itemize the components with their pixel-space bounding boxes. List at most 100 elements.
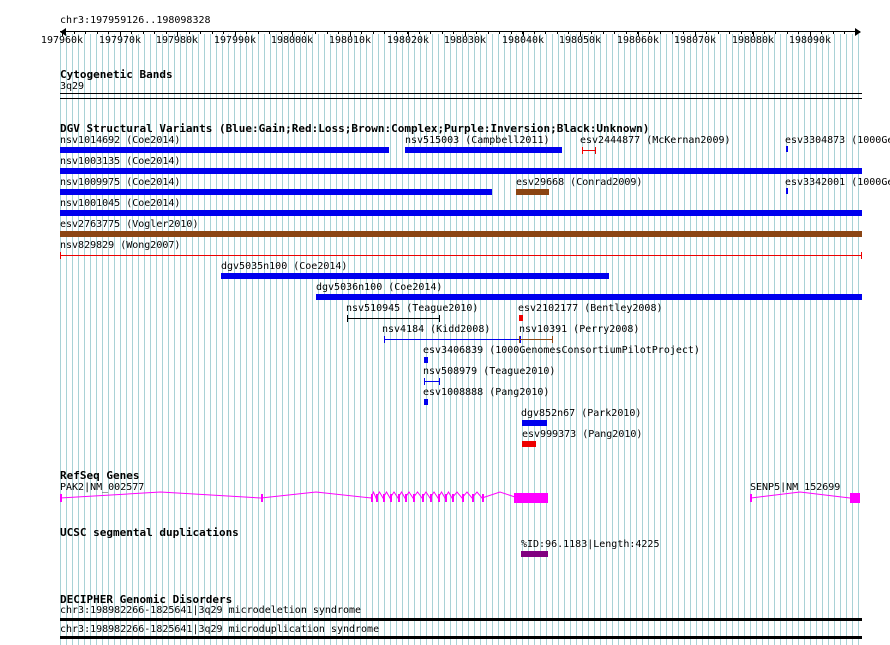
ruler-minor-tick: [752, 31, 753, 34]
dgv-feature-label[interactable]: dgv852n67 (Park2010): [521, 408, 641, 420]
ruler-line: [60, 31, 860, 32]
ruler-tick-label: 197970k: [98, 35, 142, 46]
dgv-feature-label[interactable]: dgv5036n100 (Coe2014): [316, 282, 442, 294]
ruler-minor-tick: [488, 31, 489, 34]
ruler-minor-tick: [672, 31, 673, 34]
gene-pak2-exon: [413, 494, 415, 502]
dgv-feature-label[interactable]: dgv5035n100 (Coe2014): [221, 261, 347, 273]
dgv-feature-label[interactable]: nsv829829 (Wong2007): [60, 240, 180, 252]
ruler-tick-label: 197980k: [155, 35, 199, 46]
gene-pak2-exon: [438, 494, 440, 502]
gene-pak2-exon: [514, 493, 522, 503]
gene-pak2-exon: [452, 494, 454, 502]
dgv-feature-label[interactable]: nsv1014692 (Coe2014): [60, 135, 180, 147]
dgv-feature-label[interactable]: esv2102177 (Bentley2008): [518, 303, 663, 315]
ruler-tick-label: 198040k: [501, 35, 545, 46]
ruler-minor-tick: [522, 31, 523, 34]
dgv-track-title[interactable]: DGV Structural Variants (Blue:Gain;Red:L…: [60, 122, 649, 135]
dgv-feature-whisker[interactable]: [582, 147, 596, 154]
ruler-minor-tick: [499, 31, 500, 34]
dgv-feature-bar[interactable]: [60, 231, 862, 237]
ruler-minor-tick: [833, 31, 834, 34]
dgv-feature-bar[interactable]: [516, 189, 549, 195]
dgv-feature-bar[interactable]: [405, 147, 562, 153]
ruler-minor-tick: [223, 31, 224, 34]
dgv-feature-label[interactable]: nsv515003 (Campbell2011): [405, 135, 550, 147]
ruler-minor-tick: [741, 31, 742, 34]
ruler-tick-label: 198020k: [386, 35, 430, 46]
cytobands-track-title[interactable]: Cytogenetic Bands: [60, 68, 173, 81]
ruler-minor-tick: [419, 31, 420, 34]
gene-senp5-exon: [850, 493, 860, 503]
dgv-feature-bar[interactable]: [316, 294, 862, 300]
gene-pak2-exon: [60, 494, 62, 502]
dgv-feature-bar[interactable]: [786, 188, 788, 194]
dgv-feature-bar[interactable]: [221, 273, 609, 279]
dgv-feature-bar[interactable]: [522, 420, 547, 426]
ruler-tick-label: 198000k: [270, 35, 314, 46]
ruler-minor-tick: [258, 31, 259, 34]
decipher-bar-microdeletion[interactable]: [60, 618, 862, 621]
dgv-feature-bar[interactable]: [424, 357, 428, 363]
dgv-feature-label[interactable]: esv1008888 (Pang2010): [423, 387, 549, 399]
segdup-bar[interactable]: [521, 551, 548, 557]
segdup-label: %ID:96.1183|Length:4225: [521, 539, 660, 550]
dgv-feature-bar[interactable]: [60, 168, 862, 174]
ruler-tick-label: 198030k: [443, 35, 487, 46]
ruler-minor-tick: [660, 31, 661, 34]
segdup-track-title[interactable]: UCSC segmental duplications: [60, 526, 239, 539]
dgv-feature-label[interactable]: esv3406839 (1000GenomesConsortiumPilotPr…: [423, 345, 700, 357]
ruler-minor-tick: [614, 31, 615, 34]
ruler-tick-label: 198060k: [616, 35, 660, 46]
ruler-minor-tick: [154, 31, 155, 34]
dgv-feature-label[interactable]: nsv10391 (Perry2008): [519, 324, 639, 336]
decipher-bar-microduplication[interactable]: [60, 636, 862, 639]
gene-pak2-exon: [371, 494, 373, 502]
dgv-feature-label[interactable]: nsv1001045 (Coe2014): [60, 198, 180, 210]
dgv-feature-label[interactable]: nsv4184 (Kidd2008): [382, 324, 490, 336]
dgv-feature-label[interactable]: nsv1003135 (Coe2014): [60, 156, 180, 168]
dgv-feature-bar[interactable]: [424, 399, 428, 405]
dgv-feature-label[interactable]: nsv510945 (Teague2010): [346, 303, 478, 315]
dgv-feature-label[interactable]: esv3342001 (1000Ge: [785, 177, 890, 189]
gene-senp5-exon: [750, 494, 752, 502]
dgv-feature-label[interactable]: esv999373 (Pang2010): [522, 429, 642, 441]
refseq-track-title[interactable]: RefSeq Genes: [60, 469, 139, 482]
ruler-minor-tick: [511, 31, 512, 34]
gene-pak2-exon: [405, 494, 407, 502]
ruler-tick-label: 198010k: [328, 35, 372, 46]
ruler-minor-tick: [85, 31, 86, 34]
ruler-minor-tick: [189, 31, 190, 34]
gene-models[interactable]: [0, 488, 890, 508]
ruler-minor-tick: [775, 31, 776, 34]
dgv-feature-whisker[interactable]: [384, 336, 521, 343]
ruler-minor-tick: [821, 31, 822, 34]
dgv-feature-bar[interactable]: [522, 441, 536, 447]
dgv-feature-bar[interactable]: [60, 210, 862, 216]
dgv-feature-whisker[interactable]: [424, 378, 440, 385]
dgv-feature-bar[interactable]: [60, 189, 492, 195]
ruler-minor-tick: [626, 31, 627, 34]
gene-pak2: [59, 490, 548, 503]
dgv-feature-bar[interactable]: [786, 146, 788, 152]
ruler-minor-tick: [361, 31, 362, 34]
dgv-feature-whisker[interactable]: [60, 252, 862, 259]
dgv-feature-label[interactable]: esv3304873 (1000Ge: [785, 135, 890, 147]
dgv-feature-whisker[interactable]: [519, 336, 553, 343]
ruler-minor-tick: [764, 31, 765, 34]
cytoband-bar-top[interactable]: [60, 93, 862, 94]
dgv-feature-label[interactable]: esv2444877 (McKernan2009): [580, 135, 731, 147]
dgv-feature-label[interactable]: esv2763775 (Vogler2010): [60, 219, 198, 231]
dgv-feature-label[interactable]: esv29668 (Conrad2009): [516, 177, 642, 189]
dgv-feature-whisker[interactable]: [347, 315, 440, 322]
ruler-minor-tick: [465, 31, 466, 34]
ruler-minor-tick: [798, 31, 799, 34]
dgv-feature-label[interactable]: nsv508979 (Teague2010): [423, 366, 555, 378]
ruler-minor-tick: [718, 31, 719, 34]
ruler-minor-tick: [143, 31, 144, 34]
dgv-feature-bar[interactable]: [60, 147, 389, 153]
gene-pak2-utr: [522, 493, 548, 503]
dgv-feature-bar[interactable]: [519, 315, 523, 321]
gene-pak2-exon: [398, 494, 400, 502]
dgv-feature-label[interactable]: nsv1009975 (Coe2014): [60, 177, 180, 189]
